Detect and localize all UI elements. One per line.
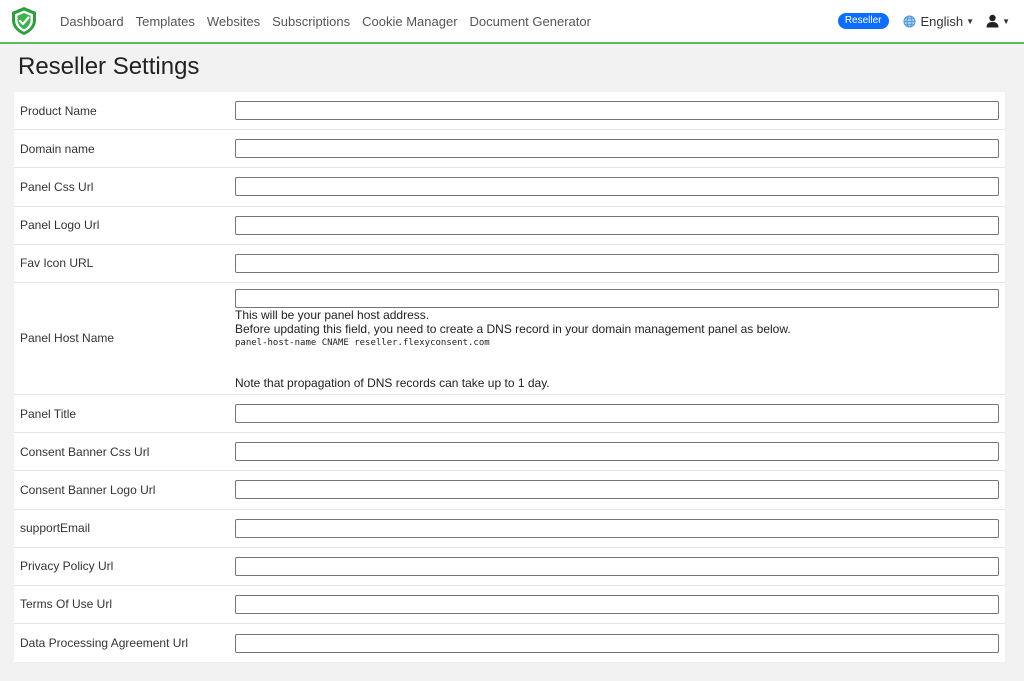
field-label: Fav Icon URL (20, 256, 94, 271)
top-navbar: Dashboard Templates Websites Subscriptio… (0, 0, 1024, 44)
form-row-data-processing-agreement-url: Data Processing Agreement Url (14, 624, 1005, 662)
form-row-panel-title: Panel Title (14, 395, 1005, 434)
field-label: Panel Css Url (20, 179, 94, 194)
nav-link-cookie-manager[interactable]: Cookie Manager (362, 14, 457, 29)
form-row-panel-css-url: Panel Css Url (14, 168, 1005, 207)
consent-banner-css-url-input[interactable] (235, 442, 999, 462)
language-dropdown[interactable]: English ▼ (902, 13, 975, 29)
panel-css-url-input[interactable] (235, 177, 999, 197)
dns-record-code: panel-host-name CNAME reseller.flexycons… (235, 337, 490, 348)
field-label: Privacy Policy Url (20, 559, 114, 574)
nav-link-dashboard[interactable]: Dashboard (60, 14, 124, 29)
form-row-privacy-policy-url: Privacy Policy Url (14, 548, 1005, 586)
field-label: Consent Banner Css Url (20, 444, 150, 459)
chevron-down-icon: ▼ (1002, 16, 1010, 26)
dns-propagation-note: Note that propagation of DNS records can… (235, 375, 550, 390)
data-processing-agreement-url-input[interactable] (235, 633, 999, 653)
nav-links: Dashboard Templates Websites Subscriptio… (60, 0, 603, 42)
support-email-input[interactable] (235, 518, 999, 538)
shield-check-logo-icon[interactable] (9, 6, 39, 36)
user-icon (986, 14, 999, 28)
consent-banner-logo-url-input[interactable] (235, 480, 999, 500)
chevron-down-icon: ▼ (966, 16, 975, 26)
nav-right: Reseller English ▼ ▼ (837, 0, 1010, 42)
form-row-support-email: supportEmail (14, 510, 1005, 548)
fav-icon-url-input[interactable] (235, 253, 999, 273)
panel-title-input[interactable] (235, 404, 999, 424)
form-row-product-name: Product Name (14, 92, 1005, 131)
domain-name-input[interactable] (235, 139, 999, 159)
field-label: Panel Logo Url (20, 218, 100, 233)
form-row-fav-icon-url: Fav Icon URL (14, 245, 1005, 283)
user-menu[interactable]: ▼ (986, 14, 1010, 28)
field-label: supportEmail (20, 521, 91, 536)
form-row-consent-banner-css-url: Consent Banner Css Url (14, 433, 1005, 472)
form-row-terms-of-use-url: Terms Of Use Url (14, 586, 1005, 625)
product-name-input[interactable] (235, 101, 999, 121)
field-label: Panel Host Name (20, 331, 115, 346)
terms-of-use-url-input[interactable] (235, 594, 999, 614)
field-label: Data Processing Agreement Url (20, 636, 189, 651)
form-row-panel-host-name: Panel Host Name This will be your panel … (14, 283, 1005, 395)
nav-link-templates[interactable]: Templates (136, 14, 195, 29)
panel-host-name-input[interactable] (235, 288, 999, 308)
field-label: Product Name (20, 103, 97, 118)
nav-link-subscriptions[interactable]: Subscriptions (272, 14, 350, 29)
host-help-line-1: This will be your panel host address. (235, 307, 430, 322)
form-row-panel-logo-url: Panel Logo Url (14, 207, 1005, 245)
form-row-domain-name: Domain name (14, 130, 1005, 169)
nav-link-document-generator[interactable]: Document Generator (470, 14, 591, 29)
language-label: English (920, 13, 964, 29)
field-label: Panel Title (20, 406, 77, 421)
panel-logo-url-input[interactable] (235, 215, 999, 235)
field-label: Domain name (20, 141, 95, 156)
page-title: Reseller Settings (18, 53, 200, 80)
host-help-line-2: Before updating this field, you need to … (235, 321, 791, 336)
privacy-policy-url-input[interactable] (235, 556, 999, 576)
field-label: Consent Banner Logo Url (20, 482, 156, 497)
nav-link-websites[interactable]: Websites (207, 14, 260, 29)
reseller-badge: Reseller (837, 13, 889, 29)
reseller-settings-form: Product Name Domain name Panel Css Url P… (14, 92, 1005, 663)
field-label: Terms Of Use Url (20, 597, 113, 612)
form-row-consent-banner-logo-url: Consent Banner Logo Url (14, 471, 1005, 510)
globe-icon (902, 14, 916, 28)
